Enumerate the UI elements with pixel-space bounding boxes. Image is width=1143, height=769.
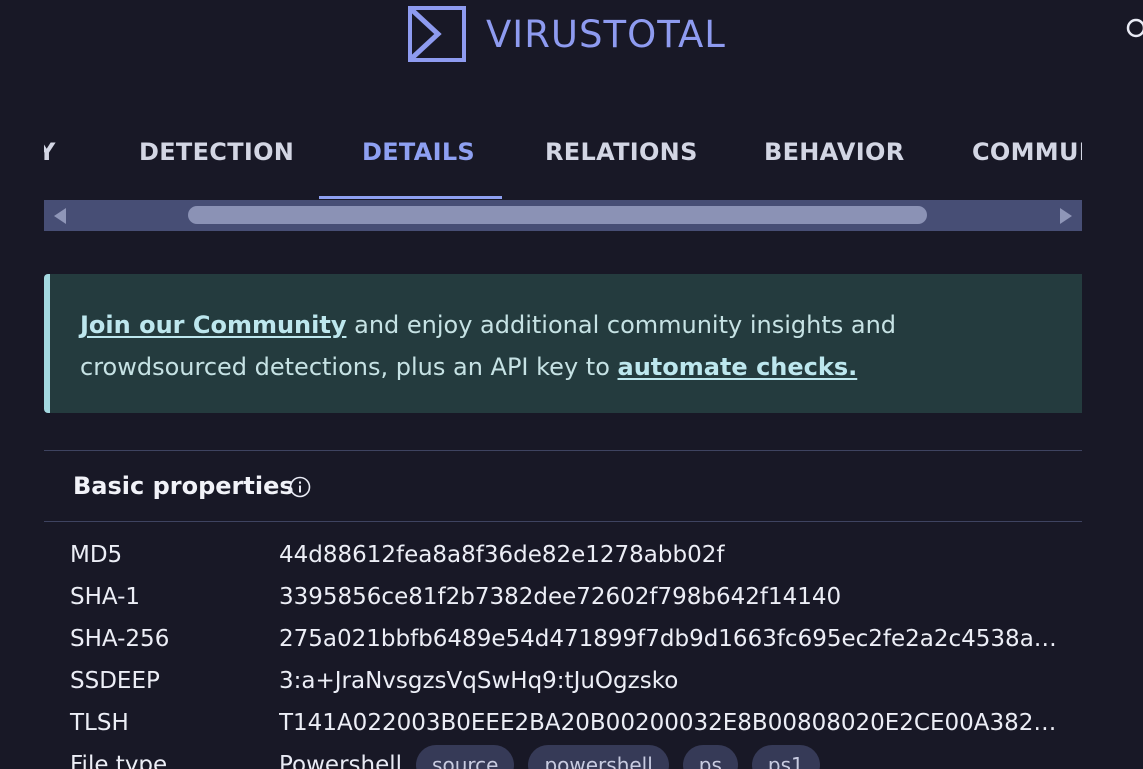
property-row-file-type: File type Powershell source powershell p…	[70, 744, 1070, 769]
tab-details[interactable]: DETAILS	[362, 120, 475, 200]
info-icon[interactable]	[289, 476, 311, 498]
property-row-sha256: SHA-256 275a021bbfb6489e54d471899f7db9d1…	[70, 618, 1070, 660]
virustotal-logo-icon	[408, 6, 466, 62]
property-value[interactable]: 275a021bbfb6489e54d471899f7db9d1663fc695…	[279, 618, 1059, 660]
search-icon[interactable]	[1124, 16, 1143, 40]
tab-relations[interactable]: RELATIONS	[545, 120, 698, 200]
tag-powershell[interactable]: powershell	[528, 745, 669, 769]
property-value[interactable]: T141A022003B0EEE2BA20B00200032E8B0080802…	[279, 702, 1059, 744]
tab-community[interactable]: COMMUN	[972, 120, 1082, 200]
tab-summary[interactable]: Y	[44, 120, 56, 200]
community-banner: Join our Community and enjoy additional …	[44, 274, 1082, 413]
tab-behavior[interactable]: BEHAVIOR	[764, 120, 905, 200]
scroll-right-arrow-icon[interactable]	[1060, 208, 1072, 224]
tab-detection[interactable]: DETECTION	[139, 120, 294, 200]
property-key: SHA-256	[70, 626, 170, 652]
property-key: MD5	[70, 542, 123, 568]
file-type-text: Powershell	[279, 752, 403, 769]
logo-text: VIRUSTOTAL	[486, 12, 726, 56]
property-row-md5: MD5 44d88612fea8a8f36de82e1278abb02f	[70, 534, 1070, 576]
section-divider-bottom	[44, 521, 1082, 522]
automate-checks-link[interactable]: automate checks.	[618, 353, 858, 381]
report-tabs: Y DETECTION DETAILS RELATIONS BEHAVIOR C…	[44, 120, 1082, 200]
tag-ps[interactable]: ps	[682, 745, 738, 769]
scroll-left-arrow-icon[interactable]	[54, 208, 66, 224]
basic-properties-list: MD5 44d88612fea8a8f36de82e1278abb02f SHA…	[70, 534, 1070, 769]
active-tab-indicator	[319, 196, 502, 199]
basic-properties-title: Basic properties	[73, 472, 294, 500]
virustotal-file-report: VIRUSTOTAL Y DETECTION DETAILS RELATIONS…	[0, 0, 1143, 769]
tag-ps1[interactable]: ps1	[751, 745, 820, 769]
join-community-link[interactable]: Join our Community	[80, 311, 346, 339]
property-key: File type	[70, 752, 168, 769]
property-value[interactable]: 44d88612fea8a8f36de82e1278abb02f	[279, 534, 1059, 576]
property-value[interactable]: 3:a+JraNvsgzsVqSwHq9:tJuOgzsko	[279, 660, 1059, 702]
tag-source[interactable]: source	[416, 745, 515, 769]
property-row-sha1: SHA-1 3395856ce81f2b7382dee72602f798b642…	[70, 576, 1070, 618]
property-row-tlsh: TLSH T141A022003B0EEE2BA20B00200032E8B00…	[70, 702, 1070, 744]
virustotal-logo[interactable]: VIRUSTOTAL	[408, 6, 726, 62]
property-key: TLSH	[70, 710, 129, 736]
property-row-ssdeep: SSDEEP 3:a+JraNvsgzsVqSwHq9:tJuOgzsko	[70, 660, 1070, 702]
property-value[interactable]: 3395856ce81f2b7382dee72602f798b642f14140	[279, 576, 1059, 618]
file-type-value: Powershell source powershell ps ps1	[279, 744, 820, 769]
property-key: SSDEEP	[70, 668, 160, 694]
tabs-scrollbar[interactable]	[44, 200, 1082, 231]
property-key: SHA-1	[70, 584, 141, 610]
banner-text: Join our Community and enjoy additional …	[80, 304, 1040, 388]
section-divider-top	[44, 450, 1082, 451]
scrollbar-thumb[interactable]	[188, 206, 927, 224]
